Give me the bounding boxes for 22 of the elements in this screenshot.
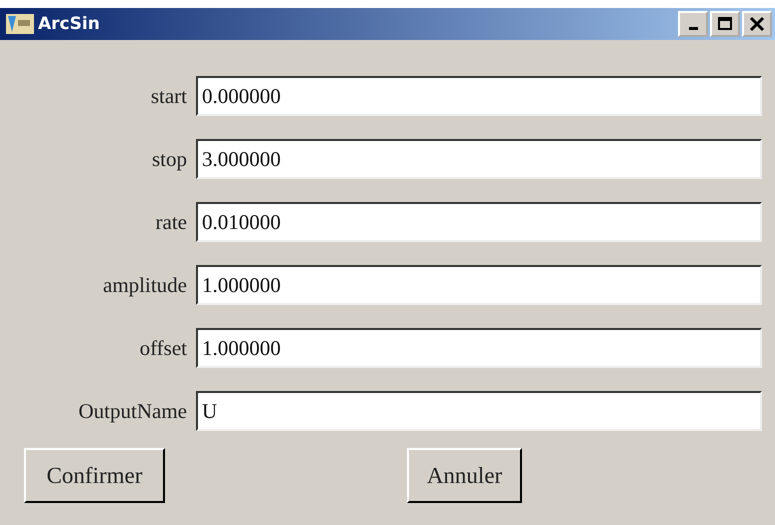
- close-button[interactable]: [742, 11, 772, 37]
- input-field[interactable]: 0.000000: [196, 76, 762, 116]
- field-label: OutputName: [78, 398, 187, 424]
- close-icon: [748, 16, 766, 32]
- field-label: rate: [154, 210, 187, 234]
- maximize-icon: [716, 16, 734, 32]
- minimize-button[interactable]: [678, 11, 708, 37]
- field-label: offset: [138, 336, 187, 360]
- input-field[interactable]: U: [196, 391, 762, 431]
- window-title: ArcSin: [38, 14, 101, 34]
- confirm-button[interactable]: Confirmer: [24, 448, 165, 503]
- field-label: amplitude: [102, 272, 187, 298]
- field-label: start: [150, 84, 187, 108]
- maximize-button[interactable]: [710, 11, 740, 37]
- input-field[interactable]: 1.000000: [196, 265, 762, 305]
- minimize-icon: [688, 27, 698, 30]
- app-icon: [6, 14, 34, 34]
- input-field[interactable]: 0.010000: [196, 202, 762, 242]
- input-field[interactable]: 1.000000: [196, 328, 762, 368]
- cancel-button[interactable]: Annuler: [407, 448, 522, 503]
- input-field[interactable]: 3.000000: [196, 139, 762, 179]
- field-label: stop: [150, 146, 187, 172]
